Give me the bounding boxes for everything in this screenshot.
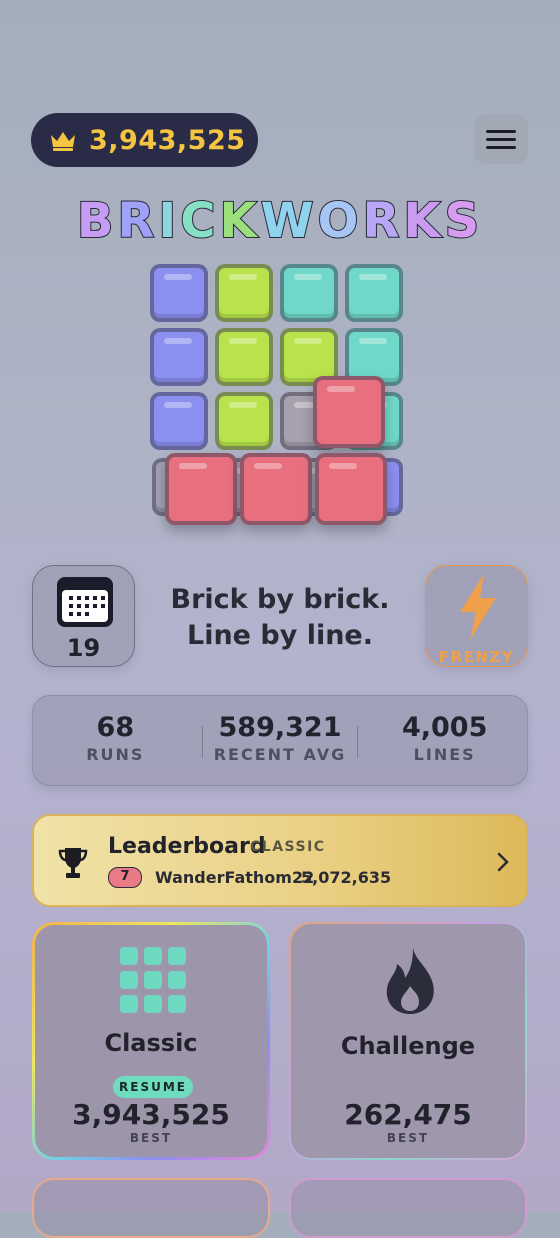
grid-icon xyxy=(120,947,186,1013)
classic-mode-card[interactable]: Classic RESUME 3,943,525 BEST xyxy=(32,922,270,1160)
title-letter: W xyxy=(260,192,318,250)
frenzy-label: FRENZY xyxy=(438,648,515,666)
stat-label: RECENT AVG xyxy=(213,745,347,764)
high-score-value: 3,943,525 xyxy=(89,124,246,156)
stat-runs: 68 RUNS xyxy=(33,696,198,785)
mode-name: Classic xyxy=(104,1029,198,1057)
stat-lines: 4,005 LINES xyxy=(362,696,527,785)
brick-purple xyxy=(150,328,208,386)
stat-value: 4,005 xyxy=(401,712,488,743)
best-label: BEST xyxy=(386,1131,430,1145)
stat-divider xyxy=(201,726,204,758)
chevron-right-icon xyxy=(497,852,509,872)
title-letter: K xyxy=(218,192,261,250)
stat-label: LINES xyxy=(413,745,476,764)
hamburger-icon-line xyxy=(486,145,516,149)
stat-label: RUNS xyxy=(86,745,145,764)
title-letter: B xyxy=(76,192,118,250)
brick-red xyxy=(315,453,387,525)
stat-value: 68 xyxy=(96,712,135,743)
brick-teal xyxy=(345,264,403,322)
score-pill[interactable]: 3,943,525 xyxy=(31,113,258,167)
leader-player-name: WanderFathom22 xyxy=(155,868,315,887)
brick-red xyxy=(165,453,237,525)
daily-day-number: 19 xyxy=(66,634,101,662)
title-letter: K xyxy=(402,192,445,250)
brick-purple xyxy=(150,392,208,450)
calendar-icon xyxy=(57,577,113,627)
rank-badge: 7 xyxy=(108,867,142,888)
mode-card-partial[interactable] xyxy=(32,1178,270,1238)
brick-red xyxy=(240,453,312,525)
best-score: 262,475 xyxy=(344,1098,472,1131)
best-label: BEST xyxy=(129,1131,173,1145)
leader-score: 5,072,635 xyxy=(301,868,392,887)
daily-challenge-button[interactable]: 19 xyxy=(32,565,135,667)
brick-purple xyxy=(150,264,208,322)
title-letter: S xyxy=(444,192,484,250)
challenge-mode-card[interactable]: Challenge 262,475 BEST xyxy=(289,922,527,1160)
flame-icon xyxy=(386,948,434,1014)
mode-card-partial[interactable] xyxy=(289,1178,527,1238)
title-letter: R xyxy=(361,192,404,250)
frenzy-mode-button[interactable]: FRENZY xyxy=(425,565,528,667)
leaderboard-title: Leaderboard xyxy=(108,834,266,859)
stat-recent-avg: 589,321 RECENT AVG xyxy=(198,696,363,785)
stats-panel: 68 RUNS 589,321 RECENT AVG 4,005 LINES xyxy=(32,695,528,786)
title-letter: C xyxy=(179,192,220,250)
tagline: Brick by brick. Line by line. xyxy=(150,582,410,654)
title-letter: I xyxy=(157,192,181,250)
stat-value: 589,321 xyxy=(218,712,342,743)
menu-button[interactable] xyxy=(474,114,528,164)
best-score: 3,943,525 xyxy=(72,1098,230,1131)
title-letter: O xyxy=(317,192,363,250)
title-letter: R xyxy=(116,192,159,250)
hamburger-icon-line xyxy=(486,129,516,133)
trophy-icon xyxy=(58,848,88,878)
crown-icon xyxy=(51,132,75,151)
resume-badge[interactable]: RESUME xyxy=(113,1076,193,1098)
stat-divider xyxy=(356,726,359,758)
leaderboard-mode: CLASSIC xyxy=(250,839,326,855)
logo-brick-grid xyxy=(150,262,410,525)
brick-lime xyxy=(215,328,273,386)
brick-teal xyxy=(280,264,338,322)
leaderboard-banner[interactable]: Leaderboard CLASSIC 7 WanderFathom22 5,0… xyxy=(32,814,528,907)
brick-red xyxy=(313,376,385,448)
tagline-line-2: Line by line. xyxy=(186,620,374,651)
tagline-line-1: Brick by brick. xyxy=(170,584,390,615)
brick-lime xyxy=(215,392,273,450)
mode-name: Challenge xyxy=(340,1032,476,1060)
brick-lime xyxy=(215,264,273,322)
app-title: BRICKWORKS xyxy=(0,192,560,250)
lightning-bolt-icon xyxy=(460,574,496,640)
hamburger-icon-line xyxy=(486,137,516,141)
